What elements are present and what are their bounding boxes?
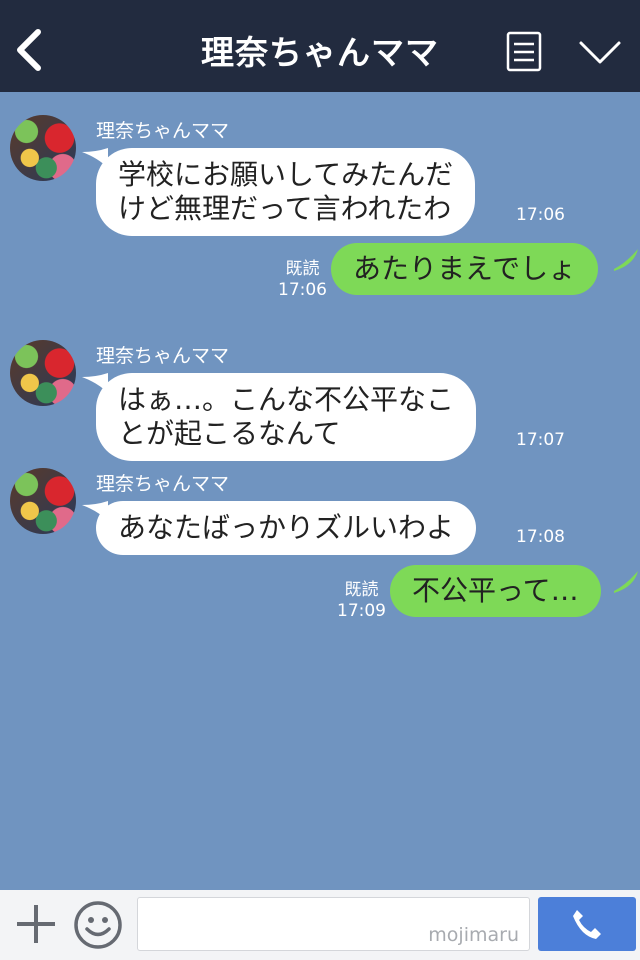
call-button[interactable]: [538, 897, 636, 951]
read-receipt: 既読 17:09: [337, 580, 386, 622]
smiley-icon[interactable]: [73, 900, 123, 950]
message-time: 17:06: [516, 205, 565, 225]
chat-title: 理奈ちゃんママ: [201, 33, 439, 72]
message-line: 学校にお願いしてみたんだ: [118, 158, 454, 191]
incoming-message[interactable]: あなたばっかりズルいわよ: [96, 501, 477, 555]
chat-area[interactable]: 理奈ちゃんママ 学校にお願いしてみたんだ けど無理だって言われたわ 17:06 …: [0, 92, 640, 890]
sender-name: 理奈ちゃんママ: [96, 345, 230, 367]
chevron-down-icon[interactable]: [578, 38, 622, 66]
message-line: とが起こるなんて: [118, 417, 341, 450]
message-time: 17:09: [337, 601, 386, 621]
incoming-message[interactable]: はぁ…。こんな不公平なこ とが起こるなんて: [96, 373, 477, 461]
message-line: はぁ…。こんな不公平なこ: [118, 383, 455, 416]
sender-name: 理奈ちゃんママ: [96, 120, 230, 142]
sender-name: 理奈ちゃんママ: [96, 473, 230, 495]
chat-header: 理奈ちゃんママ: [0, 0, 640, 92]
read-label: 既読: [344, 580, 379, 600]
message-time: 17:06: [278, 280, 327, 300]
watermark: mojimaru: [428, 924, 519, 946]
bubble-tail: [614, 249, 638, 271]
message-time: 17:08: [516, 527, 565, 547]
read-receipt: 既読 17:06: [278, 259, 327, 301]
incoming-message[interactable]: 学校にお願いしてみたんだ けど無理だって言われたわ: [96, 148, 476, 236]
menu-icon[interactable]: [506, 31, 542, 72]
outgoing-message[interactable]: あたりまえでしょ: [331, 243, 599, 295]
message-input[interactable]: mojimaru: [137, 897, 530, 951]
message-time: 17:07: [516, 430, 565, 450]
message-line: けど無理だって言われたわ: [118, 192, 452, 225]
avatar[interactable]: [10, 340, 76, 406]
avatar[interactable]: [10, 115, 76, 181]
read-label: 既読: [285, 259, 320, 279]
plus-icon[interactable]: [14, 902, 58, 946]
phone-icon: [573, 910, 601, 939]
outgoing-message[interactable]: 不公平って…: [390, 565, 601, 617]
bubble-tail: [614, 571, 638, 593]
back-icon[interactable]: [12, 28, 48, 72]
avatar[interactable]: [10, 468, 76, 534]
